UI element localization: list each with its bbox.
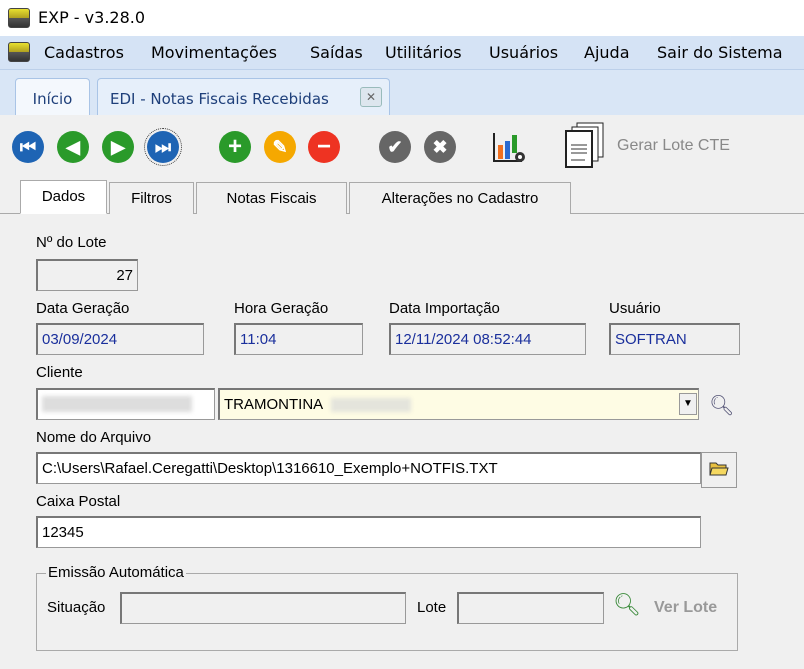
caixa-postal-field[interactable]: 12345 — [36, 516, 701, 548]
ver-lote-button[interactable]: Ver Lote — [654, 599, 717, 617]
menu-utilitarios[interactable]: Utilitários — [385, 43, 462, 62]
add-button[interactable]: + — [219, 131, 251, 163]
browse-folder-button[interactable] — [701, 452, 737, 488]
hora-geracao-label: Hora Geração — [234, 300, 329, 317]
tab-inicio[interactable]: Início — [15, 78, 90, 115]
confirm-button[interactable]: ✔ — [379, 131, 411, 163]
tab-dados[interactable]: Dados — [20, 180, 107, 214]
first-record-button[interactable]: ⏮ — [12, 131, 44, 163]
redacted-text — [330, 398, 411, 413]
menu-bar: Cadastros Movimentações Saídas Utilitári… — [0, 36, 804, 70]
generate-batch-label[interactable]: Gerar Lote CTE — [617, 137, 730, 155]
caixa-postal-label: Caixa Postal — [36, 493, 121, 510]
menu-ajuda[interactable]: Ajuda — [584, 43, 630, 62]
situacao-field[interactable] — [120, 592, 406, 624]
search-icon[interactable]: 🔍︎ — [709, 393, 734, 418]
folder-icon — [709, 462, 729, 476]
emissao-lote-field[interactable] — [457, 592, 604, 624]
menu-saidas[interactable]: Saídas — [310, 43, 363, 62]
usuario-field[interactable]: SOFTRAN — [609, 323, 740, 355]
cancel-button[interactable]: ✖ — [424, 131, 456, 163]
app-menu-icon[interactable] — [8, 42, 30, 62]
data-geracao-label: Data Geração — [36, 300, 130, 317]
title-bar: EXP - v3.28.0 — [0, 0, 804, 36]
app-icon — [8, 8, 30, 28]
menu-usuarios[interactable]: Usuários — [489, 43, 558, 62]
cliente-name: TRAMONTINA — [224, 396, 323, 413]
lote-field[interactable]: 27 — [36, 259, 138, 291]
cliente-code-field[interactable] — [36, 388, 215, 420]
cliente-label: Cliente — [36, 364, 83, 381]
lote-label: Nº do Lote — [36, 234, 107, 251]
situacao-label: Situação — [47, 599, 106, 616]
generate-batch-icon[interactable] — [563, 121, 609, 169]
chevron-down-icon[interactable]: ▼ — [679, 393, 697, 415]
report-chart-icon[interactable] — [492, 131, 530, 165]
window-tab-strip: Início EDI - Notas Fiscais Recebidas ✕ — [0, 70, 804, 115]
last-record-button[interactable]: ⏭ — [144, 128, 182, 166]
arquivo-label: Nome do Arquivo — [36, 429, 152, 446]
delete-button[interactable]: − — [308, 131, 340, 163]
view-batch-icon[interactable]: 🔍︎ — [613, 592, 641, 618]
data-importacao-label: Data Importação — [389, 300, 500, 317]
emissao-lote-label: Lote — [417, 599, 447, 616]
previous-record-button[interactable]: ◀ — [57, 131, 89, 163]
data-importacao-field[interactable]: 12/11/2024 08:52:44 — [389, 323, 586, 355]
tab-filtros[interactable]: Filtros — [109, 182, 194, 214]
tab-notas-fiscais[interactable]: Notas Fiscais — [196, 182, 347, 214]
window-title: EXP - v3.28.0 — [38, 8, 146, 27]
tab-label: EDI - Notas Fiscais Recebidas — [110, 90, 329, 108]
hora-geracao-field[interactable]: 11:04 — [234, 323, 363, 355]
arquivo-field[interactable]: C:\Users\Rafael.Ceregatti\Desktop\131661… — [36, 452, 701, 484]
tab-alteracoes[interactable]: Alterações no Cadastro — [349, 182, 571, 214]
menu-sair[interactable]: Sair do Sistema — [657, 43, 783, 62]
data-geracao-field[interactable]: 03/09/2024 — [36, 323, 204, 355]
close-tab-icon[interactable]: ✕ — [360, 87, 382, 107]
edit-button[interactable]: ✎ — [264, 131, 296, 163]
next-record-button[interactable]: ▶ — [102, 131, 134, 163]
menu-movimentacoes[interactable]: Movimentações — [151, 43, 277, 62]
menu-cadastros[interactable]: Cadastros — [44, 43, 124, 62]
usuario-label: Usuário — [609, 300, 661, 317]
emissao-legend: Emissão Automática — [46, 564, 186, 581]
tab-label: Início — [32, 90, 73, 108]
cliente-combo[interactable]: TRAMONTINA ▼ — [218, 388, 699, 420]
tab-edi-notas[interactable]: EDI - Notas Fiscais Recebidas ✕ — [97, 78, 390, 115]
